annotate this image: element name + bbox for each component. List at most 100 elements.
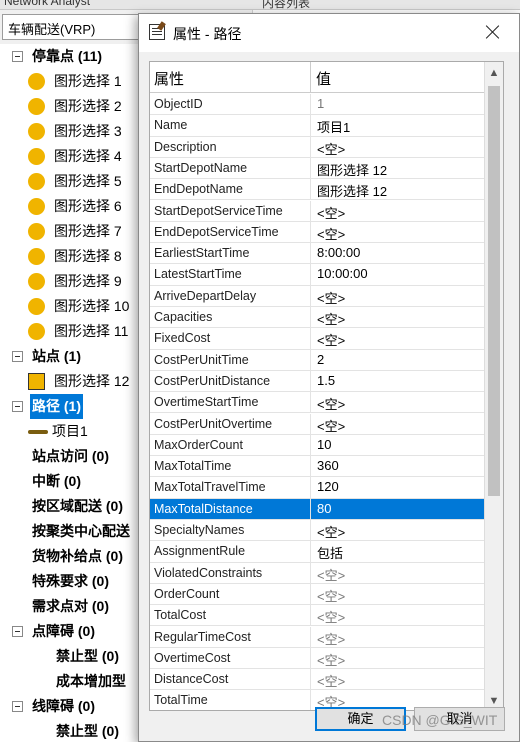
collapse-icon[interactable] xyxy=(12,401,23,412)
cell-divider xyxy=(310,307,311,328)
property-value[interactable]: <空> xyxy=(317,203,345,222)
tree-item[interactable]: 图形选择 4 xyxy=(0,144,139,169)
tree-item[interactable]: 需求点对 (0) xyxy=(0,594,139,619)
grid-row[interactable]: MaxTotalTime 360 xyxy=(150,456,485,478)
grid-row[interactable]: EndDepotServiceTime <空> xyxy=(150,221,485,244)
grid-row[interactable]: SpecialtyNames <空> xyxy=(150,520,485,542)
property-value[interactable]: <空> xyxy=(317,330,345,349)
tree-item[interactable]: 中断 (0) xyxy=(0,469,139,494)
grid-row[interactable]: OrderCount <空> xyxy=(150,583,485,606)
grid-row[interactable]: CostPerUnitDistance 1.5 xyxy=(150,370,485,393)
scroll-thumb[interactable] xyxy=(488,86,500,496)
tree-item[interactable]: 图形选择 7 xyxy=(0,219,139,244)
property-value[interactable]: 10 xyxy=(317,437,331,452)
tree-item[interactable]: 图形选择 6 xyxy=(0,194,139,219)
scroll-up-icon[interactable]: ▲ xyxy=(485,64,503,82)
grid-row[interactable]: OvertimeCost <空> xyxy=(150,647,485,670)
tree-item-label: 图形选择 10 xyxy=(54,298,130,314)
grid-row[interactable]: Description <空> xyxy=(150,136,485,158)
property-value[interactable]: <空> xyxy=(317,309,345,328)
property-value[interactable]: 10:00:00 xyxy=(317,266,368,281)
column-divider[interactable] xyxy=(310,62,311,93)
tree-item[interactable]: 图形选择 3 xyxy=(0,119,139,144)
tree-item[interactable]: 路径 (1) xyxy=(0,394,139,419)
tree-item[interactable]: 项目1 xyxy=(0,419,139,444)
grid-row[interactable]: CostPerUnitOvertime <空> xyxy=(150,413,485,435)
grid-scrollbar[interactable]: ▲ ▼ xyxy=(484,62,503,710)
collapse-icon[interactable] xyxy=(12,701,23,712)
header-value[interactable]: 值 xyxy=(316,68,331,89)
close-icon[interactable] xyxy=(483,22,503,42)
cell-divider xyxy=(310,626,311,647)
tree-item[interactable]: 成本增加型 xyxy=(0,669,139,694)
tree-item[interactable]: 点障碍 (0) xyxy=(0,619,139,644)
property-value[interactable]: 图形选择 12 xyxy=(317,181,387,200)
tree-item-label: 图形选择 6 xyxy=(54,198,122,214)
property-value[interactable]: 120 xyxy=(317,479,339,494)
grid-row[interactable]: EarliestStartTime 8:00:00 xyxy=(150,243,485,265)
tree-item[interactable]: 站点 (1) xyxy=(0,344,139,369)
tree-item[interactable]: 图形选择 1 xyxy=(0,69,139,94)
property-value[interactable]: 包括 xyxy=(317,543,343,562)
tree-item[interactable]: 图形选择 12 xyxy=(0,369,139,394)
tree-item[interactable]: 站点访问 (0) xyxy=(0,444,139,469)
cell-divider xyxy=(310,264,311,285)
grid-row[interactable]: ArriveDepartDelay <空> xyxy=(150,285,485,307)
grid-row[interactable]: OvertimeStartTime <空> xyxy=(150,392,485,414)
property-value[interactable]: 8:00:00 xyxy=(317,245,360,260)
tree-item-label: 禁止型 (0) xyxy=(56,648,119,664)
header-property[interactable]: 属性 xyxy=(154,68,184,89)
tab-network-analyst[interactable]: Network Analyst xyxy=(4,0,90,8)
property-value[interactable]: 1.5 xyxy=(317,373,335,388)
grid-row[interactable]: RegularTimeCost <空> xyxy=(150,626,485,648)
grid-row[interactable]: Capacities <空> xyxy=(150,307,485,329)
grid-row[interactable]: ObjectID 1 xyxy=(150,94,485,116)
property-name: LatestStartTime xyxy=(154,267,242,282)
collapse-icon[interactable] xyxy=(12,351,23,362)
grid-row[interactable]: TotalCost <空> xyxy=(150,605,485,627)
cell-divider xyxy=(310,221,311,243)
grid-row[interactable]: ViolatedConstraints <空> xyxy=(150,562,485,584)
grid-row[interactable]: EndDepotName 图形选择 12 xyxy=(150,179,485,201)
grid-row[interactable]: StartDepotName 图形选择 12 xyxy=(150,157,485,180)
grid-row[interactable]: Name 项目1 xyxy=(150,115,485,137)
grid-row[interactable]: StartDepotServiceTime <空> xyxy=(150,200,485,222)
grid-row[interactable]: FixedCost <空> xyxy=(150,328,485,350)
tree-item[interactable]: 图形选择 11 xyxy=(0,319,139,344)
tree-item[interactable]: 禁止型 (0) xyxy=(0,719,139,742)
tree-item[interactable]: 图形选择 8 xyxy=(0,244,139,269)
property-value[interactable]: <空> xyxy=(317,224,345,243)
collapse-icon[interactable] xyxy=(12,626,23,637)
tree-item[interactable]: 特殊要求 (0) xyxy=(0,569,139,594)
property-value[interactable]: <空> xyxy=(317,139,345,158)
tree-item[interactable]: 按区域配送 (0) xyxy=(0,494,139,519)
tree-item[interactable]: 按聚类中心配送 xyxy=(0,519,139,544)
tab-table-of-contents[interactable]: 内容列表 xyxy=(262,0,310,9)
watermark: CSDN @GIS_WIT xyxy=(382,712,498,728)
property-value[interactable]: <空> xyxy=(317,394,345,413)
property-value[interactable]: <空> xyxy=(317,416,345,435)
property-value[interactable]: 80 xyxy=(317,501,331,516)
property-value[interactable]: 360 xyxy=(317,458,339,473)
property-value[interactable]: <空> xyxy=(317,288,345,307)
grid-row[interactable]: CostPerUnitTime 2 xyxy=(150,349,485,371)
tree-item[interactable]: 禁止型 (0) xyxy=(0,644,139,669)
collapse-icon[interactable] xyxy=(12,51,23,62)
grid-row[interactable]: AssignmentRule 包括 xyxy=(150,541,485,563)
grid-row[interactable]: MaxTotalDistance 80 xyxy=(150,498,485,520)
tree-item[interactable]: 图形选择 2 xyxy=(0,94,139,119)
property-value[interactable]: 图形选择 12 xyxy=(317,160,387,179)
tree-item[interactable]: 停靠点 (11) xyxy=(0,44,139,69)
grid-row[interactable]: MaxOrderCount 10 xyxy=(150,434,485,457)
tree-item[interactable]: 图形选择 9 xyxy=(0,269,139,294)
property-value[interactable]: 项目1 xyxy=(317,117,350,136)
grid-row[interactable]: DistanceCost <空> xyxy=(150,669,485,691)
grid-row[interactable]: LatestStartTime 10:00:00 xyxy=(150,264,485,286)
tree-item[interactable]: 图形选择 5 xyxy=(0,169,139,194)
grid-row[interactable]: MaxTotalTravelTime 120 xyxy=(150,477,485,499)
property-value[interactable]: <空> xyxy=(317,522,345,541)
tree-item[interactable]: 线障碍 (0) xyxy=(0,694,139,719)
tree-item[interactable]: 货物补给点 (0) xyxy=(0,544,139,569)
tree-item[interactable]: 图形选择 10 xyxy=(0,294,139,319)
property-value[interactable]: 2 xyxy=(317,352,324,367)
